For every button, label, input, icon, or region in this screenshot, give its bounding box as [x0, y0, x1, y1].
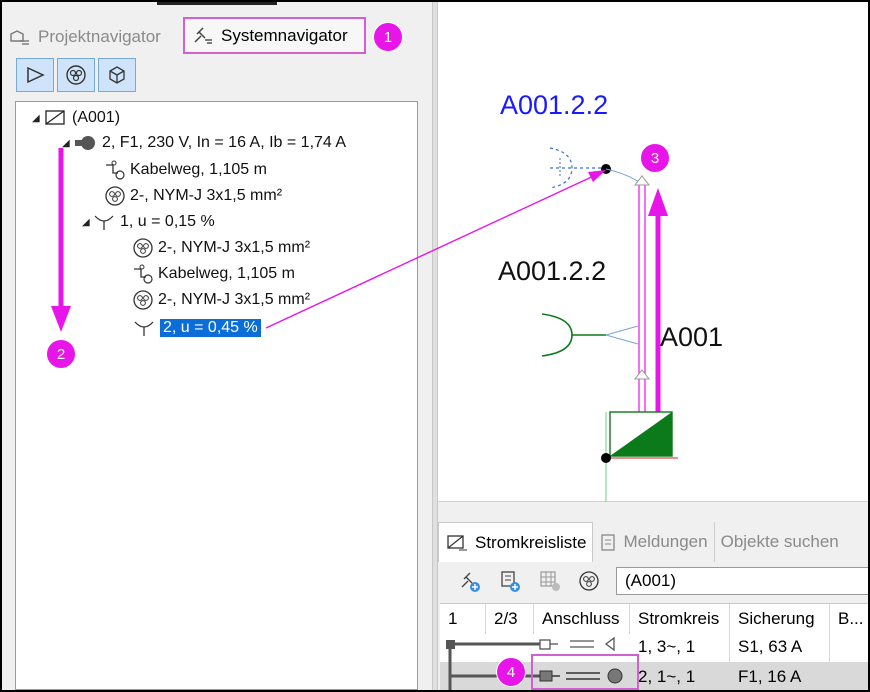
annotation-highlight-box [531, 654, 639, 690]
annotation-arrowhead [588, 170, 606, 182]
annotation-arrowhead [51, 306, 71, 332]
annotation-connector-line [265, 173, 599, 329]
annotation-badge-2: 2 [46, 339, 76, 369]
app-window: Projektnavigator Systemnavigator 1 ◢ (A0… [0, 0, 870, 692]
annotation-badge-4: 4 [496, 657, 526, 687]
annotation-overlay [51, 148, 639, 690]
